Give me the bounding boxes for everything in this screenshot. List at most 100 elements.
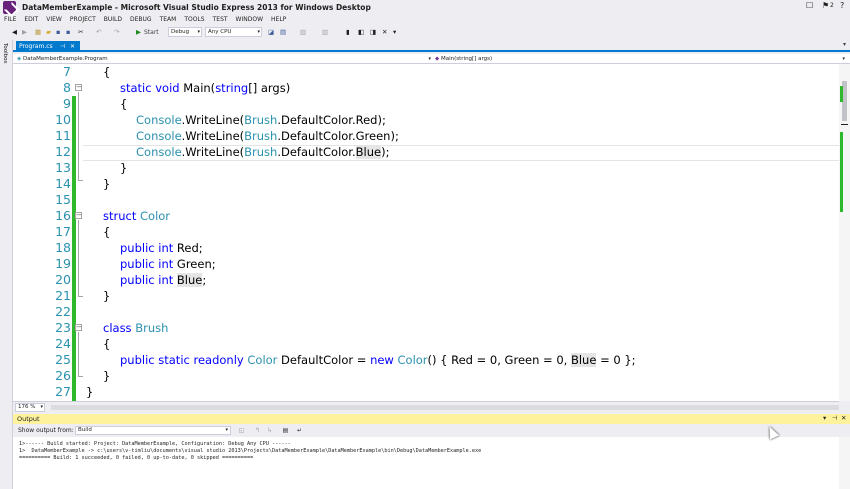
save-icon[interactable]: ▪	[56, 28, 60, 37]
line-number: 12	[55, 144, 71, 159]
previous-message-icon[interactable]: ↰	[253, 426, 262, 435]
help-icon[interactable]: ?	[840, 1, 844, 10]
code-line: 17 {	[13, 224, 839, 240]
step-over-icon[interactable]: ▥	[322, 28, 328, 37]
editor-horizontal-scrollbar[interactable]	[51, 405, 839, 410]
chevron-down-icon: ▾	[428, 56, 431, 62]
line-number: 23	[55, 320, 71, 335]
menu-edit[interactable]: EDIT	[20, 15, 42, 25]
bookmark-icon[interactable]: ▮	[346, 28, 350, 37]
code-text: Console.WriteLine(Brush.DefaultColor.Blu…	[136, 145, 390, 159]
member-scope-value: Main(string[] args)	[440, 56, 493, 62]
code-text: public int Blue;	[120, 273, 207, 287]
menu-tools[interactable]: TOOLS	[180, 15, 208, 25]
save-all-icon[interactable]: ▪	[66, 28, 70, 37]
clear-bookmarks-icon[interactable]: ✕	[382, 28, 387, 37]
code-line: 22	[13, 304, 839, 320]
code-editor[interactable]: − − − 7 { 8 static void Main(string[] ar…	[13, 64, 839, 401]
menu-bar: FILE EDIT VIEW PROJECT BUILD DEBUG TEAM …	[0, 15, 850, 25]
window-position-icon[interactable]: ▾	[823, 414, 826, 422]
solution-explorer-icon[interactable]: ▤	[280, 28, 286, 37]
change-marker	[840, 132, 843, 212]
tab-program-cs[interactable]: Program.cs ⊣ ✕	[16, 41, 80, 52]
menu-file[interactable]: FILE	[0, 15, 20, 25]
menu-build[interactable]: BUILD	[100, 15, 126, 25]
redo-icon[interactable]: ↷	[114, 28, 119, 37]
code-text: Console.WriteLine(Brush.DefaultColor.Red…	[136, 113, 386, 127]
toolbar-overflow-icon[interactable]: ▾	[393, 28, 396, 37]
code-line: 13 }	[13, 160, 839, 176]
code-text: {	[103, 225, 111, 239]
line-number: 7	[63, 64, 71, 79]
notifications-icon[interactable]: ⚑	[822, 1, 829, 10]
window-title: DataMemberExample - Microsoft Visual Stu…	[22, 3, 371, 12]
solution-platform-select[interactable]: Any CPU ▾	[205, 27, 262, 37]
type-scope-select[interactable]: ◈ DataMemberExample.Program ▾	[17, 54, 433, 64]
chevron-down-icon: ▾	[225, 427, 228, 433]
change-marker	[840, 86, 843, 102]
chevron-down-icon: ▾	[257, 29, 260, 35]
clear-all-icon[interactable]: ▤	[281, 426, 290, 435]
code-line: 19 public int Green;	[13, 256, 839, 272]
line-number: 21	[55, 288, 71, 303]
tab-label: Program.cs	[19, 43, 53, 50]
code-line: 15	[13, 192, 839, 208]
output-source-select[interactable]: Build ▾	[75, 426, 231, 435]
forward-icon[interactable]: ▶	[22, 28, 27, 37]
code-text: public int Green;	[120, 257, 216, 271]
member-scope-select[interactable]: ◆ Main(string[] args) ▾	[435, 54, 847, 64]
auto-hide-pin-icon[interactable]: ⊣	[832, 414, 838, 422]
menu-test[interactable]: TEST	[209, 15, 232, 25]
menu-debug[interactable]: DEBUG	[126, 15, 156, 25]
step-into-icon[interactable]: ▥	[300, 28, 306, 37]
menu-help[interactable]: HELP	[267, 15, 290, 25]
next-bookmark-icon[interactable]: ◨	[370, 28, 376, 37]
cut-icon[interactable]: ✂	[78, 28, 83, 37]
code-line: 14 }	[13, 176, 839, 192]
line-number: 27	[55, 384, 71, 399]
code-text: }	[103, 369, 111, 383]
code-line: 16 struct Color	[13, 208, 839, 224]
code-text: }	[86, 385, 94, 399]
new-project-icon[interactable]: ▦	[35, 28, 41, 37]
output-line: 1>------ Build started: Project: DataMem…	[19, 441, 291, 447]
output-vertical-scrollbar[interactable]	[839, 437, 850, 489]
solution-configuration-select[interactable]: Debug ▾	[168, 27, 202, 37]
code-text: }	[103, 289, 111, 303]
line-number: 13	[55, 160, 71, 175]
menu-team[interactable]: TEAM	[156, 15, 181, 25]
line-number: 15	[55, 192, 71, 207]
pin-tab-icon[interactable]: ⊣	[60, 41, 65, 52]
menu-view[interactable]: VIEW	[42, 15, 66, 25]
line-number: 22	[55, 304, 71, 319]
menu-project[interactable]: PROJECT	[66, 15, 100, 25]
line-number: 20	[55, 272, 71, 287]
caret-position-marker	[841, 124, 848, 125]
visual-studio-logo-icon	[3, 1, 16, 14]
feedback-icon[interactable]: ☐	[806, 1, 813, 10]
platform-value: Any CPU	[208, 29, 232, 35]
next-message-icon[interactable]: ↳	[265, 426, 274, 435]
zoom-level-select[interactable]: 176 % ▾	[15, 403, 45, 412]
menu-window[interactable]: WINDOW	[232, 15, 267, 25]
toolbox-tab[interactable]: Toolbox	[2, 43, 8, 64]
start-debugging-icon[interactable]: ▶	[136, 28, 141, 37]
previous-bookmark-icon[interactable]: ◧	[358, 28, 364, 37]
toggle-word-wrap-icon[interactable]: ↵	[295, 426, 304, 435]
open-folder-icon[interactable]: ▰	[46, 28, 51, 37]
code-text: struct Color	[103, 209, 171, 223]
editor-status-strip: 176 % ▾	[13, 401, 839, 412]
start-button-label[interactable]: Start	[144, 28, 159, 37]
back-icon[interactable]: ◀	[12, 28, 17, 37]
close-tab-icon[interactable]: ✕	[70, 41, 75, 52]
editor-vertical-scrollbar[interactable]	[839, 64, 850, 401]
output-line: ========== Build: 1 succeeded, 0 failed,…	[19, 455, 254, 461]
close-icon[interactable]: ✕	[841, 414, 846, 422]
code-line: 27 }	[13, 384, 839, 400]
code-text: {	[120, 97, 128, 111]
tab-list-dropdown-icon[interactable]: ▾	[843, 41, 846, 48]
find-message-in-code-icon[interactable]: ◱	[237, 426, 246, 435]
find-in-files-icon[interactable]: ◪	[268, 28, 274, 37]
undo-icon[interactable]: ↶	[96, 28, 101, 37]
output-text: 1>------ Build started: Project: DataMem…	[19, 441, 481, 462]
